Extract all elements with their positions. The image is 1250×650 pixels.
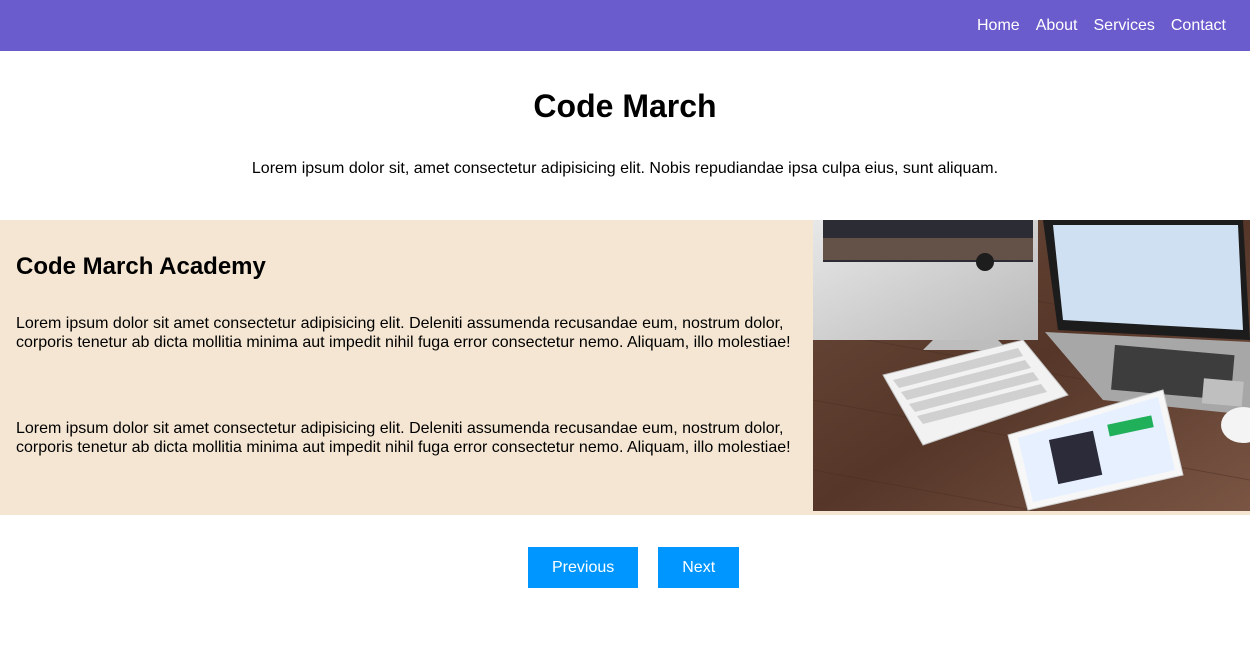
- feature-paragraph-1: Lorem ipsum dolor sit amet consectetur a…: [16, 315, 791, 351]
- feature-section: Code March Academy Lorem ipsum dolor sit…: [0, 220, 1250, 515]
- next-button[interactable]: Next: [658, 547, 740, 588]
- nav-links: Home About Services Contact: [977, 0, 1226, 51]
- feature-paragraph-2: Lorem ipsum dolor sit amet consectetur a…: [16, 420, 791, 456]
- previous-button[interactable]: Previous: [528, 547, 639, 588]
- hero-text: Lorem ipsum dolor sit, amet consectetur …: [251, 160, 999, 177]
- nav-link-services[interactable]: Services: [1094, 17, 1155, 35]
- navbar: Home About Services Contact: [0, 0, 1250, 51]
- pagination: Previous Next: [528, 547, 740, 588]
- nav-link-contact[interactable]: Contact: [1171, 17, 1226, 35]
- nav-link-about[interactable]: About: [1036, 17, 1078, 35]
- workspace-image: [813, 220, 1250, 511]
- feature-title: Code March Academy: [16, 253, 266, 280]
- nav-link-home[interactable]: Home: [977, 17, 1020, 35]
- hero-title: Code March: [533, 88, 717, 124]
